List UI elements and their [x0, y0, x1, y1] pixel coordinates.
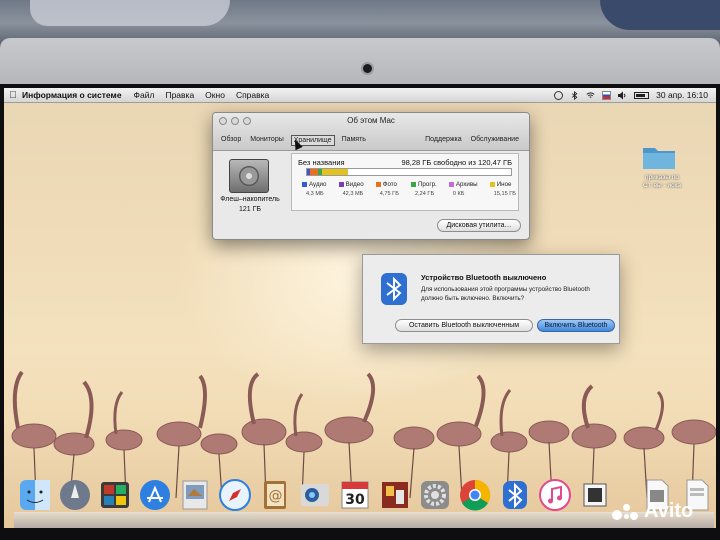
background-cloth [600, 0, 720, 30]
avito-logo-icon [612, 502, 640, 522]
storage-legend-item: Иное 15,15 ГБ [489, 181, 516, 197]
menu-window[interactable]: Окно [205, 90, 225, 100]
dock: @ 30 [14, 479, 714, 528]
storage-legend-item: Прогр. 2,24 ГБ [410, 181, 437, 197]
bluetooth-logo-icon [381, 273, 407, 305]
dialog-title: Устройство Bluetooth выключено [421, 273, 547, 282]
turn-on-bluetooth-button[interactable]: Включить Bluetooth [537, 319, 615, 332]
storage-legend-item: Фото 4,75 ГБ [375, 181, 399, 197]
window-titlebar[interactable]: Об этом Mac Обзор Мониторы Хранилище Пам… [213, 113, 529, 151]
menu-app-name[interactable]: Информация о системе [22, 90, 122, 100]
legend-swatch [302, 182, 307, 187]
legend-swatch [410, 182, 416, 187]
desktop:  Информация о системе Файл Правка Окно … [4, 88, 716, 528]
menu-help[interactable]: Справка [236, 90, 269, 100]
chrome-icon[interactable] [458, 478, 492, 512]
calendar-icon[interactable]: 30 [338, 478, 372, 512]
legend-size: 2,24 ГБ [414, 191, 435, 197]
window-title: Об этом Mac [347, 116, 395, 125]
legend-size: 42,3 МБ [342, 191, 364, 197]
tab-support[interactable]: Поддержка [423, 135, 464, 144]
system-info-icon[interactable] [578, 478, 612, 512]
time-machine-icon[interactable] [554, 90, 564, 100]
address-book-icon[interactable]: @ [258, 478, 292, 512]
legend-label: Иное [496, 181, 512, 188]
tab-service[interactable]: Обслуживание [469, 135, 521, 144]
bluetooth-icon[interactable] [498, 478, 532, 512]
storage-legend-item: Архивы 0 КБ [448, 181, 478, 197]
tab-bar-right: Поддержка Обслуживание [423, 135, 521, 144]
storage-bar-segment [310, 169, 319, 175]
apple-menu-icon[interactable]:  [4, 90, 22, 101]
menu-bar:  Информация о системе Файл Правка Окно … [4, 88, 716, 103]
drive-name: Флеш–накопитель [220, 196, 280, 203]
bluetooth-off-dialog: Устройство Bluetooth выключено Для испол… [362, 254, 620, 344]
tab-displays[interactable]: Мониторы [248, 135, 286, 146]
menu-file[interactable]: Файл [134, 90, 155, 100]
dialog-message: Для использования этой программы устройс… [421, 286, 590, 302]
webcam [363, 64, 372, 73]
tab-memory[interactable]: Память [340, 135, 368, 146]
legend-swatch [448, 182, 454, 187]
storage-usage-bar [306, 168, 512, 176]
storage-panel: Без названия 98,28 ГБ свободно из 120,47… [291, 153, 519, 211]
photo-of-laptop:  Информация о системе Файл Правка Окно … [0, 0, 720, 540]
photo-icon[interactable] [378, 478, 412, 512]
about-this-mac-window: Об этом Mac Обзор Мониторы Хранилище Пам… [212, 112, 530, 240]
storage-legend-item: Видео 42,3 МБ [338, 181, 364, 197]
folder-label[interactable]: приказы по Ст. вы - иска [630, 174, 694, 190]
menu-edit[interactable]: Правка [165, 90, 194, 100]
avito-text: Avito [644, 500, 694, 522]
calendar-day: 30 [345, 492, 365, 508]
menu-clock[interactable]: 30 апр. 16:10 [656, 90, 708, 100]
laptop-bezel [0, 38, 720, 90]
volume-free-space: 98,28 ГБ свободно из 120,47 ГБ [401, 158, 512, 167]
legend-swatch [375, 182, 381, 187]
legend-label: Аудио [309, 181, 327, 188]
storage-bar-segment [322, 169, 348, 175]
legend-label: Прогр. [417, 181, 437, 188]
folder-icon[interactable] [642, 144, 676, 170]
legend-size: 0 КБ [452, 191, 465, 197]
legend-size: 4,3 МБ [306, 191, 324, 197]
itunes-icon[interactable] [538, 478, 572, 512]
input-source-flag-icon[interactable] [602, 90, 612, 100]
facetime-icon[interactable] [298, 478, 332, 512]
keep-bluetooth-off-button[interactable]: Оставить Bluetooth выключенным [395, 319, 533, 332]
storage-legend-item: Аудио 4,3 МБ [302, 181, 326, 197]
menu-extras: 30 апр. 16:10 [554, 90, 716, 100]
flash-drive-icon [229, 159, 269, 193]
preview-icon[interactable] [178, 478, 212, 512]
legend-size: 4,75 ГБ [379, 191, 399, 197]
wifi-icon[interactable] [586, 91, 595, 100]
legend-swatch [489, 182, 495, 187]
safari-icon[interactable] [218, 478, 252, 512]
storage-legend: Аудио 4,3 МБ Видео 42,3 МБ Фото 4,75 ГБ Прогр.… [302, 181, 516, 197]
disk-utility-button[interactable]: Дисковая утилита… [437, 219, 521, 232]
drive-size: 121 ГБ [238, 206, 261, 213]
legend-size: 15,15 ГБ [493, 191, 516, 197]
legend-label: Видео [345, 181, 364, 188]
svg-text:@: @ [269, 488, 283, 504]
dock-shelf [14, 512, 714, 528]
background-cloth [30, 0, 230, 26]
legend-swatch [338, 182, 344, 187]
tab-overview[interactable]: Обзор [219, 135, 243, 146]
legend-label: Архивы [455, 181, 478, 188]
app-store-icon[interactable] [138, 478, 172, 512]
avito-watermark: Avito [612, 500, 693, 523]
volume-name: Без названия [298, 158, 345, 167]
bluetooth-status-icon[interactable] [570, 90, 579, 100]
system-preferences-icon[interactable] [418, 478, 452, 512]
volume-icon[interactable] [618, 91, 627, 100]
finder-icon[interactable] [18, 478, 52, 512]
launchpad-icon[interactable] [58, 478, 92, 512]
battery-icon[interactable] [634, 91, 650, 99]
photo-booth-icon[interactable] [98, 478, 132, 512]
legend-label: Фото [382, 181, 397, 188]
